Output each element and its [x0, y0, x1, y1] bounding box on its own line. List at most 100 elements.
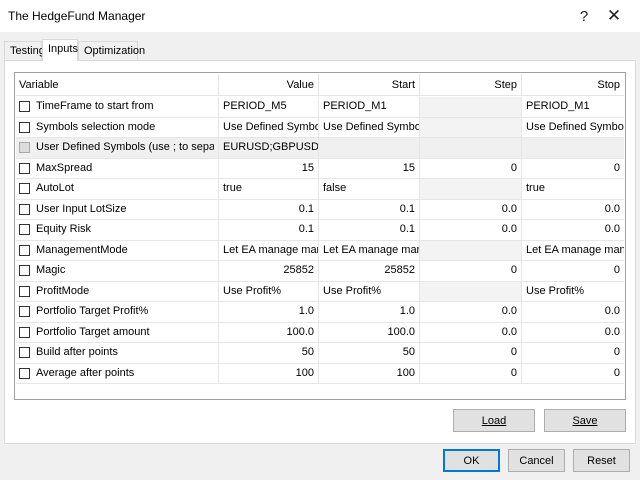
step-cell[interactable]: 0.0	[420, 199, 522, 219]
stop-cell[interactable]: Use Profit%	[522, 282, 624, 302]
value-cell[interactable]: 100.0	[219, 322, 319, 342]
variable-name: Portfolio Target Profit%	[36, 305, 149, 317]
start-cell[interactable]: 100	[319, 363, 420, 383]
start-cell[interactable]: Let EA manage manua...	[319, 240, 420, 260]
value-cell[interactable]: 25852	[219, 261, 319, 281]
value-cell[interactable]: 50	[219, 343, 319, 363]
start-cell[interactable]: PERIOD_M1	[319, 97, 420, 117]
value-cell[interactable]: 1.0	[219, 302, 319, 322]
tab-optimization[interactable]: Optimization	[78, 41, 145, 60]
start-cell[interactable]: false	[319, 179, 420, 199]
value-cell[interactable]: PERIOD_M5	[219, 97, 319, 117]
value-cell[interactable]: 15	[219, 158, 319, 178]
header-value[interactable]: Value	[219, 74, 319, 96]
step-cell[interactable]: 0	[420, 363, 522, 383]
reset-button[interactable]: Reset	[573, 449, 630, 472]
optimize-checkbox[interactable]	[19, 121, 30, 133]
table-row[interactable]: User Defined Symbols (use ; to separate)…	[16, 138, 624, 159]
cancel-button-label: Cancel	[519, 454, 554, 467]
step-cell[interactable]	[420, 281, 522, 301]
tab-testing[interactable]: Testing	[4, 41, 45, 60]
stop-cell[interactable]: true	[522, 179, 624, 199]
header-start[interactable]: Start	[319, 74, 420, 96]
stop-cell[interactable]: 0	[522, 159, 624, 179]
start-cell[interactable]: 25852	[319, 261, 420, 281]
tab-inputs[interactable]: Inputs	[42, 39, 78, 61]
close-icon[interactable]: ✕	[602, 4, 626, 28]
step-cell[interactable]	[420, 240, 522, 260]
step-cell[interactable]	[420, 179, 522, 199]
optimize-checkbox[interactable]	[19, 162, 30, 174]
header-step[interactable]: Step	[420, 74, 522, 96]
value-cell[interactable]: Use Defined Symbols	[219, 117, 319, 137]
step-cell[interactable]: 0	[420, 158, 522, 178]
table-row[interactable]: Symbols selection mode Use Defined Symbol…	[16, 117, 624, 138]
optimize-checkbox[interactable]	[19, 203, 30, 215]
table-row[interactable]: Magic 25852 25852 0 0	[16, 261, 624, 282]
help-icon[interactable]: ?	[572, 4, 596, 28]
optimize-checkbox[interactable]	[19, 306, 30, 318]
start-cell[interactable]: 1.0	[319, 302, 420, 322]
table-row[interactable]: ProfitMode Use Profit% Use Profit% Use Prof…	[16, 281, 624, 302]
step-cell[interactable]	[420, 97, 522, 117]
start-cell[interactable]: 100.0	[319, 322, 420, 342]
step-cell[interactable]: 0.0	[420, 302, 522, 322]
step-cell[interactable]	[420, 117, 522, 137]
header-variable[interactable]: Variable	[16, 74, 219, 96]
stop-cell[interactable]: 0	[522, 343, 624, 363]
step-cell[interactable]: 0	[420, 343, 522, 363]
stop-cell[interactable]: 0.0	[522, 200, 624, 220]
optimize-checkbox[interactable]	[19, 224, 30, 236]
optimize-checkbox[interactable]	[19, 265, 30, 277]
table-row[interactable]: Portfolio Target Profit% 1.0 1.0 0.0 0.0	[16, 302, 624, 323]
table-row[interactable]: Average after points 100 100 0 0	[16, 363, 624, 384]
step-cell[interactable]: 0.0	[420, 220, 522, 240]
table-row[interactable]: Portfolio Target amount 100.0 100.0 0.0 0.0	[16, 322, 624, 343]
start-cell[interactable]: Use Profit%	[319, 281, 420, 301]
table-row[interactable]: Build after points 50 50 0 0	[16, 343, 624, 364]
stop-cell[interactable]: 0.0	[522, 220, 624, 240]
stop-cell[interactable]: 0.0	[522, 302, 624, 322]
value-cell[interactable]: Let EA manage manua...	[219, 240, 319, 260]
start-cell[interactable]: 0.1	[319, 199, 420, 219]
stop-cell[interactable]: 0	[522, 261, 624, 281]
optimize-checkbox[interactable]	[19, 347, 30, 359]
variable-cell: Symbols selection mode	[16, 117, 219, 137]
value-cell[interactable]: 100	[219, 363, 319, 383]
optimize-checkbox[interactable]	[19, 183, 30, 195]
save-button-label: Save	[572, 414, 598, 427]
cancel-button[interactable]: Cancel	[508, 449, 565, 472]
optimize-checkbox[interactable]	[19, 326, 30, 338]
stop-cell[interactable]: 0	[522, 364, 624, 384]
variable-cell: Equity Risk	[16, 220, 219, 240]
value-cell[interactable]: Use Profit%	[219, 281, 319, 301]
value-cell[interactable]: true	[219, 179, 319, 199]
variable-name: TimeFrame to start from	[36, 100, 154, 112]
optimize-checkbox[interactable]	[19, 244, 30, 256]
start-cell[interactable]: 15	[319, 158, 420, 178]
table-row[interactable]: Equity Risk 0.1 0.1 0.0 0.0	[16, 220, 624, 241]
load-button[interactable]: Load	[453, 409, 535, 432]
step-cell[interactable]: 0.0	[420, 322, 522, 342]
table-row[interactable]: AutoLot true false true	[16, 179, 624, 200]
ok-button[interactable]: OK	[443, 449, 500, 472]
value-cell[interactable]: 0.1	[219, 220, 319, 240]
table-row[interactable]: MaxSpread 15 15 0 0	[16, 158, 624, 179]
stop-cell[interactable]: Use Defined Symbols	[522, 118, 624, 138]
stop-cell[interactable]: PERIOD_M1	[522, 97, 624, 117]
start-cell[interactable]: 0.1	[319, 220, 420, 240]
value-cell[interactable]: 0.1	[219, 199, 319, 219]
optimize-checkbox[interactable]	[19, 367, 30, 379]
optimize-checkbox[interactable]	[19, 285, 30, 297]
stop-cell[interactable]: 0.0	[522, 323, 624, 343]
step-cell[interactable]: 0	[420, 261, 522, 281]
optimize-checkbox[interactable]	[19, 101, 30, 113]
start-cell[interactable]: Use Defined Symbols	[319, 117, 420, 137]
header-stop[interactable]: Stop	[522, 74, 624, 96]
table-row[interactable]: ManagementModeLet EA manage manua...Let …	[16, 240, 624, 261]
table-row[interactable]: TimeFrame to start from PERIOD_M5 PERIOD_M…	[16, 97, 624, 118]
start-cell[interactable]: 50	[319, 343, 420, 363]
save-button[interactable]: Save	[544, 409, 626, 432]
stop-cell[interactable]: Let EA manage manual...	[522, 241, 624, 261]
table-row[interactable]: User Input LotSize 0.1 0.1 0.0 0.0	[16, 199, 624, 220]
